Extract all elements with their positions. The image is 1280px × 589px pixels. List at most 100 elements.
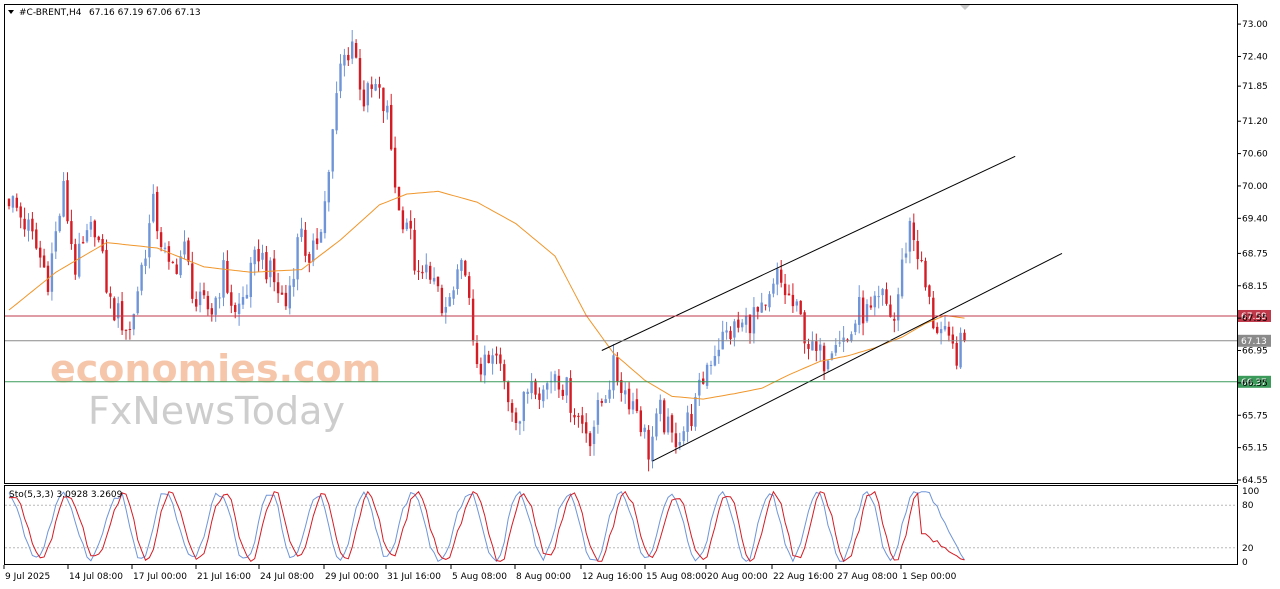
candle <box>222 252 225 307</box>
candle <box>947 321 951 342</box>
candle <box>89 216 93 238</box>
candle <box>908 217 912 264</box>
candle <box>487 350 490 364</box>
candle <box>347 47 350 67</box>
candle <box>748 314 752 344</box>
candle <box>156 186 159 240</box>
candle <box>413 218 416 275</box>
candle <box>760 292 763 314</box>
channel-upper-line[interactable] <box>601 155 1016 351</box>
candle <box>50 242 54 301</box>
candle <box>842 326 845 353</box>
candle <box>386 100 389 120</box>
candle <box>475 335 479 368</box>
candle <box>159 227 163 252</box>
candle <box>491 348 494 375</box>
scroll-marker-icon[interactable] <box>960 5 970 10</box>
candle <box>452 286 455 305</box>
candle <box>288 276 291 315</box>
candle <box>663 398 666 435</box>
candle <box>148 214 151 269</box>
candle <box>600 398 603 407</box>
candle <box>35 222 38 250</box>
trading-chart[interactable]: economies.com FxNewsToday #C-BRENT,H4 67… <box>0 0 1280 589</box>
candle <box>799 300 802 315</box>
candle <box>245 284 249 299</box>
candle <box>237 292 241 326</box>
candle <box>608 380 611 403</box>
candle <box>893 312 896 333</box>
candle <box>655 408 658 441</box>
price-tick-label: 70.00 <box>1242 182 1268 192</box>
candle <box>518 420 522 435</box>
collapse-arrow-icon[interactable] <box>8 10 14 14</box>
candle <box>530 373 533 400</box>
candle <box>522 390 525 432</box>
candle <box>495 346 498 365</box>
candle <box>483 345 486 384</box>
candle <box>448 293 451 307</box>
candle <box>627 382 631 415</box>
candle <box>553 370 557 391</box>
candle <box>631 392 635 415</box>
candle <box>565 376 568 404</box>
candle <box>42 248 46 269</box>
candle <box>546 381 549 400</box>
candle <box>78 232 81 279</box>
candle <box>23 207 26 237</box>
watermark-fxnewstoday: FxNewsToday <box>88 389 345 433</box>
candle <box>865 299 869 323</box>
candle <box>206 291 210 316</box>
price-tick-label: 66.95 <box>1242 347 1268 357</box>
candle <box>581 406 584 434</box>
candle <box>585 413 588 443</box>
candle <box>296 233 299 291</box>
candle <box>869 296 873 310</box>
candle <box>815 333 818 362</box>
candle <box>592 420 596 456</box>
candle <box>507 380 510 412</box>
candle <box>351 30 354 65</box>
candle <box>764 304 767 311</box>
candle <box>526 388 529 404</box>
candle <box>542 385 545 408</box>
candle <box>370 76 373 98</box>
candle <box>479 357 483 382</box>
candle <box>179 250 182 278</box>
candle <box>429 261 432 284</box>
watermark-economies: economies.com <box>50 347 381 391</box>
candle <box>807 338 810 360</box>
time-tick-label: 14 Jul 08:00 <box>69 572 123 582</box>
candle <box>7 198 11 210</box>
candle <box>846 338 849 343</box>
candle <box>877 285 880 309</box>
candle <box>304 221 307 263</box>
candle <box>604 395 607 404</box>
candle <box>573 408 576 425</box>
candle <box>425 253 428 280</box>
candle <box>670 413 674 443</box>
candle <box>124 329 128 340</box>
candle <box>374 78 377 92</box>
time-axis: 9 Jul 2025 14 Jul 08:00 17 Jul 00:00 21 Jul… <box>3 565 957 582</box>
stochastic-tick-label: 80 <box>1242 501 1254 511</box>
candle <box>904 242 908 264</box>
candle <box>382 87 385 123</box>
time-tick-label: 31 Jul 16:00 <box>387 572 441 582</box>
candle <box>226 250 229 295</box>
candle <box>510 399 514 422</box>
candle <box>284 284 288 310</box>
candle <box>912 213 915 252</box>
candle <box>152 184 155 224</box>
candle <box>292 268 295 297</box>
price-tick-label: 65.75 <box>1242 411 1268 421</box>
candle <box>19 202 22 229</box>
candle <box>460 258 463 280</box>
candle <box>624 382 627 404</box>
candle <box>335 81 338 135</box>
price-tick-label: 73.00 <box>1242 20 1268 30</box>
watermark: economies.com FxNewsToday <box>50 347 381 433</box>
time-tick-label: 15 Aug 08:00 <box>646 572 707 582</box>
candle <box>191 251 194 304</box>
candle <box>101 234 104 254</box>
